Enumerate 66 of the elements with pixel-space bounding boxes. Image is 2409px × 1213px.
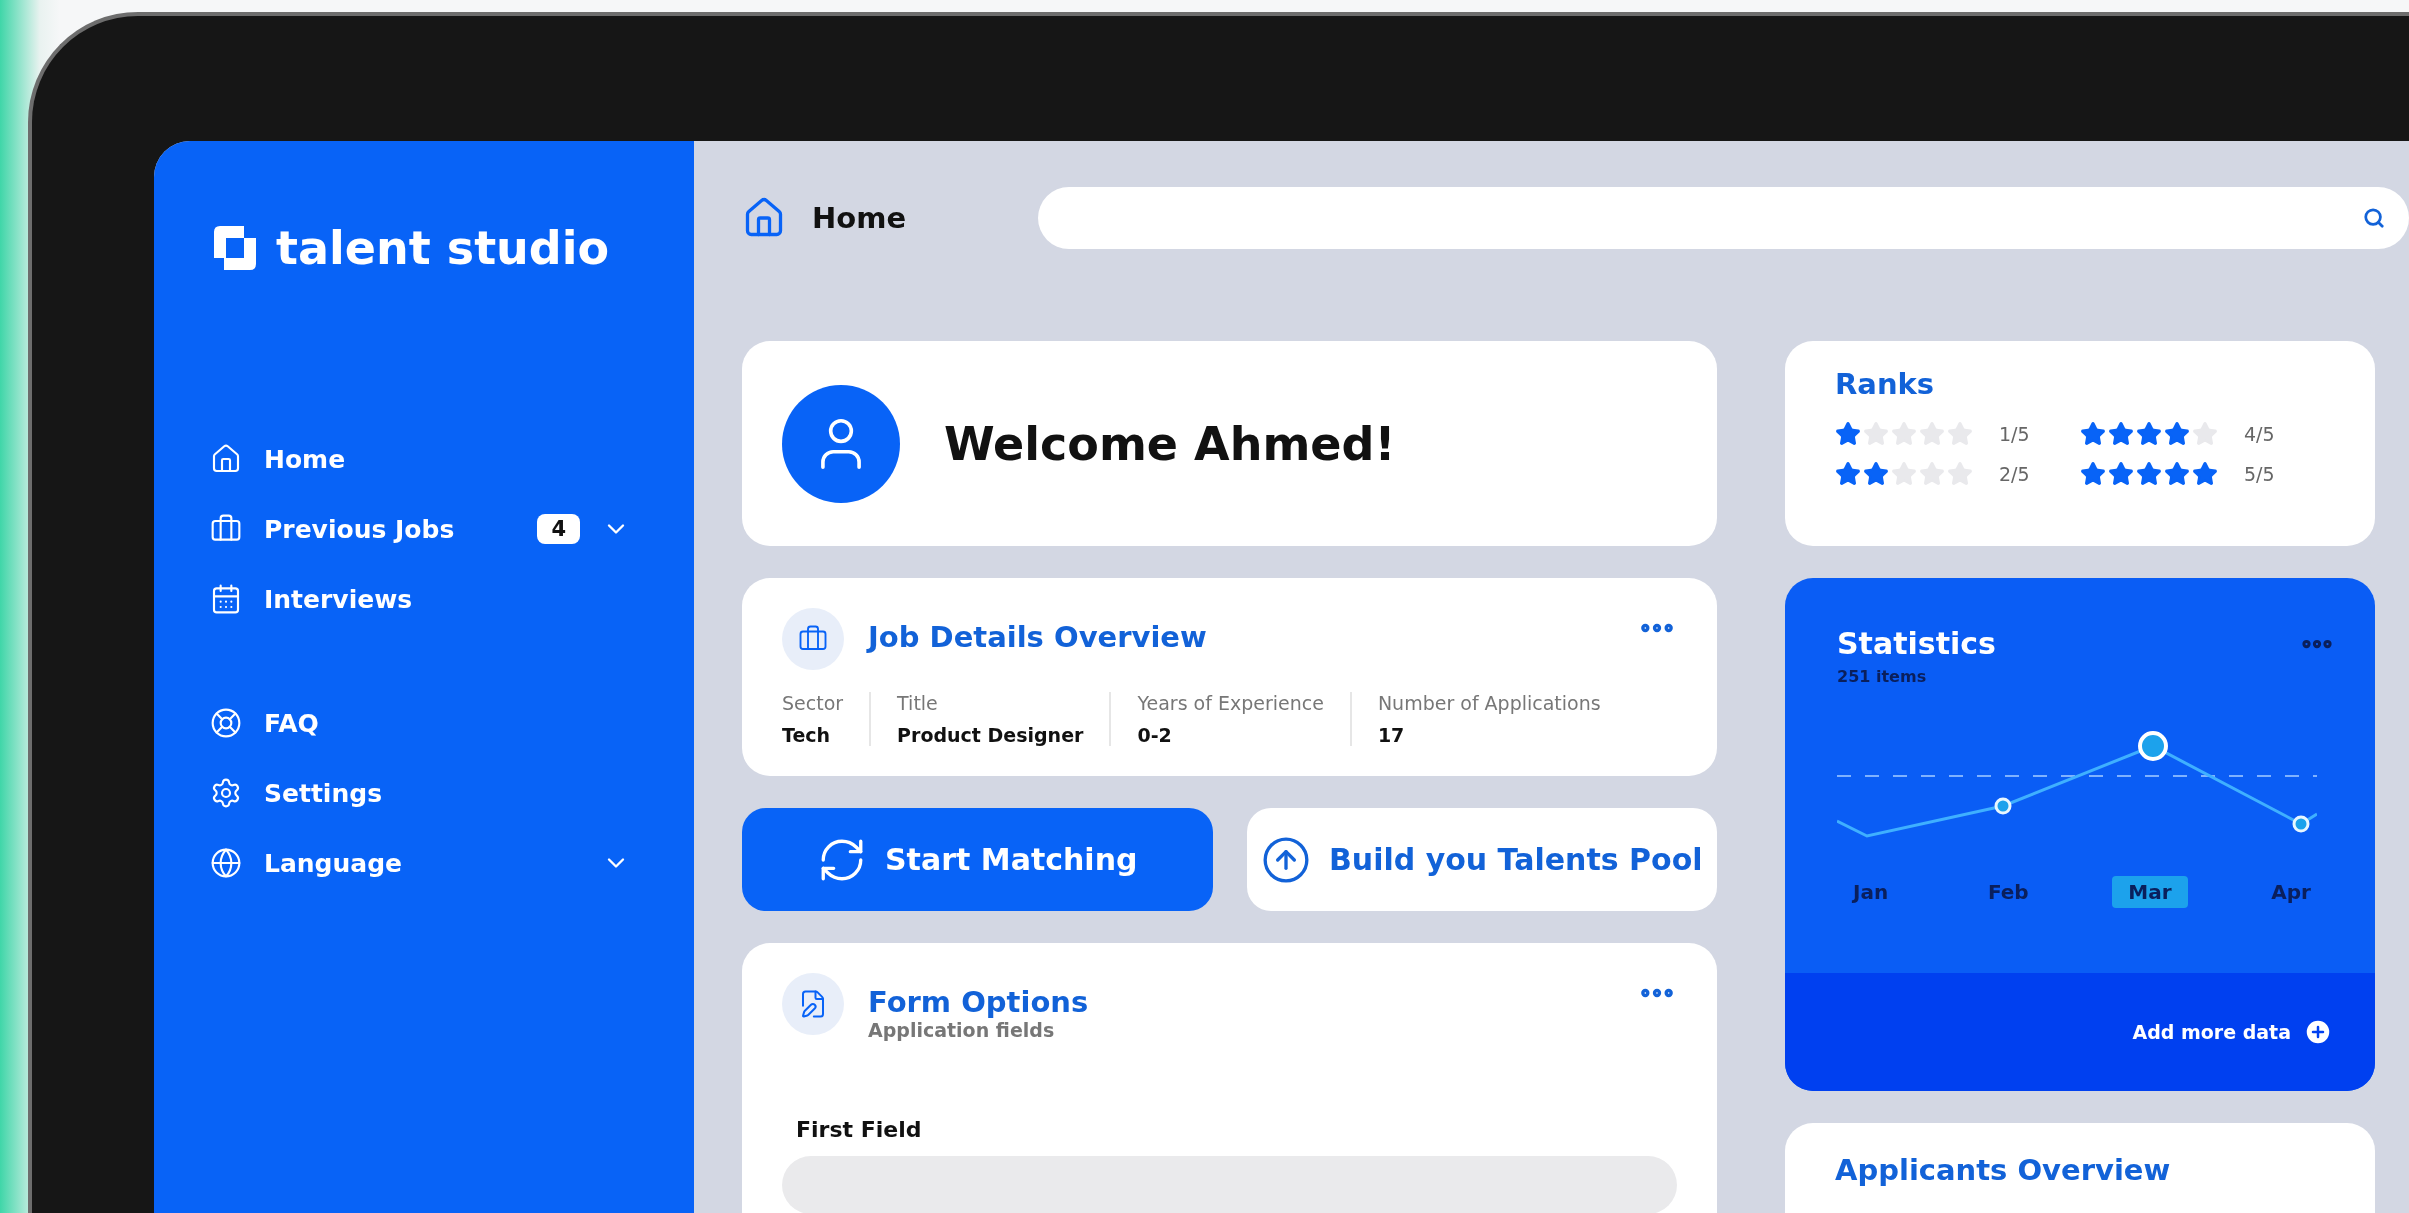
calendar-icon (210, 583, 242, 615)
search-icon[interactable] (2363, 207, 2385, 229)
logo-text: talent studio (276, 221, 610, 275)
field-label: Sector (782, 692, 844, 714)
sidebar-item-label: Home (264, 444, 347, 474)
star-icon (2108, 461, 2134, 487)
sidebar-item-label: Previous Jobs (264, 514, 456, 544)
field-value: 17 (1377, 724, 1406, 746)
rank-reading: 5/5 (2244, 463, 2275, 485)
sidebar-item-label: Settings (264, 778, 383, 808)
sidebar-item-label: Interviews (264, 584, 414, 614)
star-icon (2136, 421, 2162, 447)
sidebar-item-label: FAQ (264, 708, 320, 738)
star-icon (2164, 421, 2190, 447)
data-point[interactable] (2138, 731, 2168, 761)
build-button[interactable]: Build you Talents Pool (1246, 808, 1717, 911)
data-point (2292, 815, 2310, 833)
welcome-heading: Welcome Ahmed! (944, 416, 1396, 471)
star-icon (1863, 461, 1889, 487)
sidebar-item-label: Language (264, 848, 403, 878)
star-icon (1835, 461, 1861, 487)
sidebar-item[interactable]: Settings (210, 777, 630, 809)
star-icon (1835, 421, 1861, 447)
field-value: 0-2 (1137, 724, 1173, 746)
star-icon (2136, 461, 2162, 487)
card-title: Applicants Overview (1835, 1153, 2171, 1187)
search-field[interactable] (1038, 187, 2409, 249)
card-title: Job Details Overview (868, 620, 1208, 654)
month-label[interactable]: Feb (1971, 876, 2045, 908)
rank-reading: 1/5 (1999, 423, 2030, 445)
rank-reading: 4/5 (2244, 423, 2275, 445)
star-icon (2164, 461, 2190, 487)
field-value: Product Designer (897, 724, 1084, 746)
card-title: Form Options (868, 985, 1090, 1019)
star-icon (2080, 421, 2106, 447)
globe-icon (210, 847, 242, 879)
sidebar-item[interactable]: FAQ (210, 707, 630, 739)
star-icon (2192, 461, 2218, 487)
home-icon (210, 443, 242, 475)
field-label: Years of Experience (1137, 692, 1324, 714)
card-subtitle: Application fields (868, 1019, 1056, 1041)
lifebuoy-icon (210, 707, 242, 739)
card-title: Ranks (1835, 367, 1935, 401)
rank-reading: 2/5 (1999, 463, 2030, 485)
sidebar-item[interactable]: Interviews (210, 583, 630, 615)
field-value: Tech (782, 724, 832, 746)
star-icon (2080, 461, 2106, 487)
add-data-button[interactable]: Add more data (2132, 1017, 2333, 1047)
month-label[interactable]: Jan (1837, 876, 1905, 908)
data-point (1994, 797, 2012, 815)
plus-icon (2303, 1017, 2333, 1047)
sidebar-item[interactable]: Previous Jobs 4 (210, 513, 630, 545)
sidebar-item[interactable]: Language (210, 847, 630, 879)
start-button[interactable]: Start Matching (742, 808, 1213, 911)
card-title: Statistics (1837, 626, 1996, 661)
month-label[interactable]: Apr (2255, 876, 2327, 908)
month-label[interactable]: Mar (2112, 876, 2188, 908)
field-label: Title (897, 692, 939, 714)
sidebar-item[interactable]: Home (210, 443, 630, 475)
count-badge: 4 (537, 514, 580, 544)
field-label: Number of Applications (1377, 692, 1601, 714)
settings-icon (210, 777, 242, 809)
star-icon (2108, 421, 2134, 447)
field-label: First Field (796, 1117, 923, 1142)
card-subtitle: 251 items (1837, 667, 1928, 686)
page-title: Home (812, 201, 908, 235)
